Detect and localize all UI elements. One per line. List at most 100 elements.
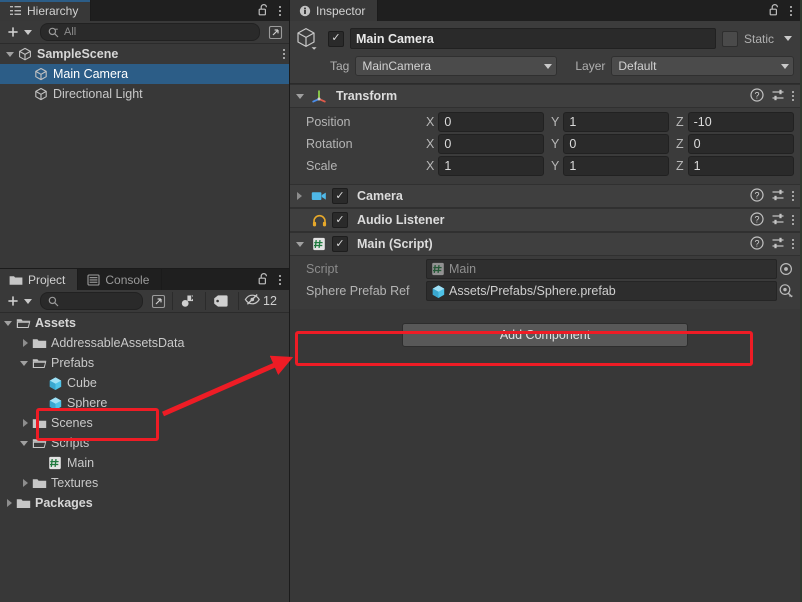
project-add-button[interactable] [2,292,36,310]
label-tag-icon[interactable] [205,292,236,310]
position-y-field[interactable]: 1 [563,112,669,132]
hierarchy-item-samplescene[interactable]: SampleScene [0,44,289,64]
scale-z-field[interactable]: 1 [688,156,794,176]
rotation-x-field[interactable]: 0 [438,134,544,154]
gameobject-cube-icon[interactable] [296,27,322,50]
kebab-menu-icon[interactable] [279,6,281,16]
kebab-menu-icon[interactable] [790,6,792,16]
twisty-expanded-icon[interactable] [20,441,28,446]
twisty-collapsed-icon[interactable] [23,479,28,487]
lock-open-icon[interactable] [258,3,270,19]
project-item-scripts[interactable]: Scripts [0,433,289,453]
twisty-collapsed-icon[interactable] [23,339,28,347]
help-icon[interactable]: ? [750,88,764,105]
help-icon[interactable]: ? [750,188,764,205]
object-picker-icon[interactable] [777,262,794,276]
transform-row-position: Position X0 Y1 Z-10 [296,112,794,132]
project-item-sphere[interactable]: Sphere [0,393,289,413]
tab-console[interactable]: Console [78,269,162,290]
twisty-expanded-icon[interactable] [6,52,14,57]
kebab-menu-icon[interactable] [279,275,281,285]
project-search-input[interactable] [40,292,143,310]
hierarchy-add-button[interactable] [2,23,36,41]
tab-inspector[interactable]: Inspector [290,0,378,21]
add-component-button[interactable]: Add Component [402,323,688,347]
project-item-label: AddressableAssetsData [51,336,184,350]
folder-icon [31,475,47,491]
static-checkbox[interactable] [722,31,738,47]
twisty-collapsed-icon[interactable] [7,499,12,507]
kebab-menu-icon[interactable] [792,215,794,225]
tab-hierarchy[interactable]: Hierarchy [0,0,91,21]
component-header-audio-listener[interactable]: ✓ Audio Listener ? [290,208,800,232]
project-item-label: Sphere [67,396,107,410]
tab-project[interactable]: Project [0,269,78,290]
project-item-textures[interactable]: Textures [0,473,289,493]
preset-icon[interactable] [771,188,785,205]
help-icon[interactable]: ? [750,236,764,253]
type-filter-icon[interactable] [172,292,203,310]
kebab-menu-icon[interactable] [792,191,794,201]
twisty-collapsed-icon[interactable] [297,192,302,200]
component-header-camera[interactable]: ✓ Camera ? [290,184,800,208]
kebab-menu-icon[interactable] [283,49,285,59]
component-header-transform[interactable]: Transform ? [290,84,800,108]
project-item-scenes[interactable]: Scenes [0,413,289,433]
gameobject-enabled-checkbox[interactable]: ✓ [328,31,344,47]
project-item-label: Prefabs [51,356,94,370]
twisty-expanded-icon[interactable] [296,242,304,247]
component-enabled-checkbox[interactable]: ✓ [332,236,348,252]
lock-open-icon[interactable] [769,3,781,19]
object-picker-search-icon[interactable] [777,283,794,299]
position-z-field[interactable]: -10 [688,112,794,132]
gameobject-name-field[interactable]: Main Camera [350,28,716,49]
hierarchy-search-mode-button[interactable] [264,23,287,41]
component-enabled-checkbox[interactable]: ✓ [332,188,348,204]
scale-y-field[interactable]: 1 [563,156,669,176]
project-tabbar: Project Console [0,269,289,290]
prefab-cube-icon [431,284,446,299]
project-item-assets[interactable]: Assets [0,313,289,333]
kebab-menu-icon[interactable] [792,91,794,101]
csharp-script-icon [47,455,63,471]
lock-open-icon[interactable] [258,272,270,288]
twisty-expanded-icon[interactable] [4,321,12,326]
project-item-label: Main [67,456,94,470]
static-label: Static [744,32,774,46]
component-tools: ? [750,188,794,205]
headphones-icon [311,212,327,228]
svg-text:?: ? [754,238,759,248]
scale-x-field[interactable]: 1 [438,156,544,176]
hierarchy-item-directional-light[interactable]: Directional Light [0,84,289,104]
tag-dropdown[interactable]: MainCamera [355,56,557,76]
hierarchy-item-main-camera[interactable]: Main Camera [0,64,289,84]
preset-icon[interactable] [771,212,785,229]
hidden-assets-count: 12 [263,294,277,308]
twisty-collapsed-icon[interactable] [23,419,28,427]
static-dropdown-chevron-icon[interactable] [784,36,792,41]
project-item-cube[interactable]: Cube [0,373,289,393]
position-x-field[interactable]: 0 [438,112,544,132]
component-enabled-checkbox[interactable]: ✓ [332,212,348,228]
project-item-packages[interactable]: Packages [0,493,289,513]
twisty-expanded-icon[interactable] [296,94,304,99]
project-item-main[interactable]: Main [0,453,289,473]
project-item-prefabs[interactable]: Prefabs [0,353,289,373]
object-field-value[interactable]: Main [426,259,777,279]
project-tree[interactable]: Assets AddressableAssetsData Prefabs Cub… [0,313,289,602]
layer-dropdown[interactable]: Default [611,56,794,76]
preset-icon[interactable] [771,88,785,105]
rotation-z-field[interactable]: 0 [688,134,794,154]
object-field-value[interactable]: Assets/Prefabs/Sphere.prefab [426,281,777,301]
help-icon[interactable]: ? [750,212,764,229]
kebab-menu-icon[interactable] [792,239,794,249]
twisty-expanded-icon[interactable] [20,361,28,366]
project-search-mode-button[interactable] [147,292,170,310]
rotation-y-field[interactable]: 0 [563,134,669,154]
hidden-assets-counter[interactable]: 12 [238,292,282,310]
hierarchy-tree[interactable]: SampleScene Main Camera Directional Ligh… [0,44,289,268]
component-header-main-script[interactable]: ✓ Main (Script) ? [290,232,800,256]
project-item-addressableassetsdata[interactable]: AddressableAssetsData [0,333,289,353]
preset-icon[interactable] [771,236,785,253]
hierarchy-search-input[interactable]: All [40,23,260,41]
